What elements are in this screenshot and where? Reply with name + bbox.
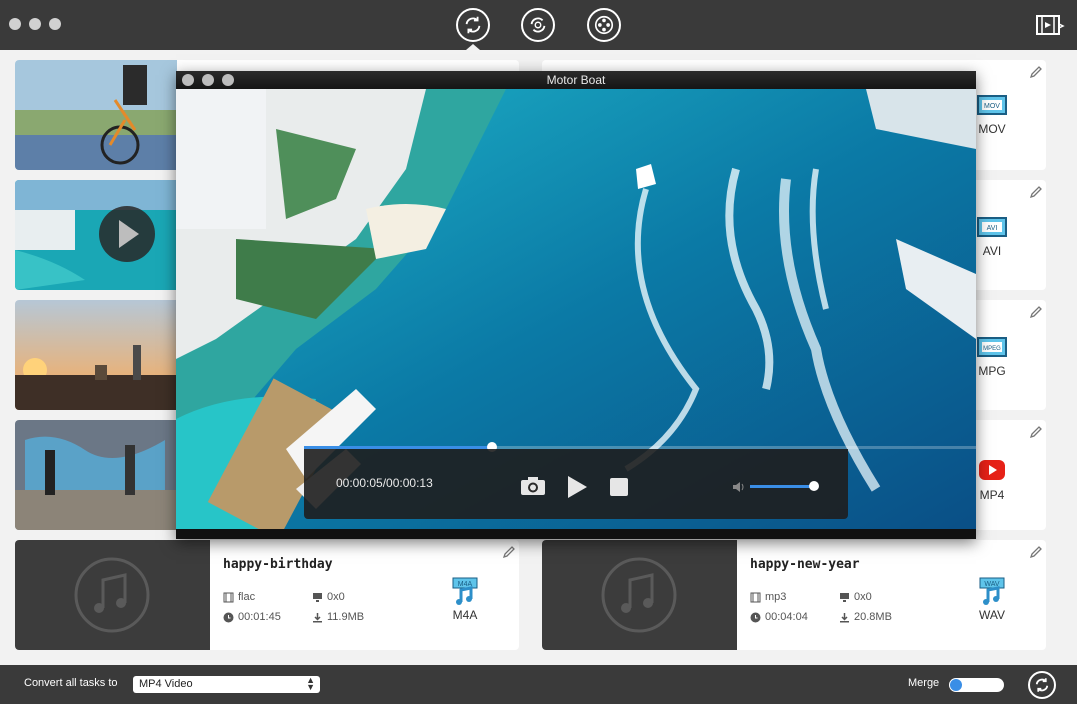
audio-task-card[interactable]: happy-new-year mp3 0x0 00:04:04 20.8MB W…	[542, 540, 1046, 650]
convert-icon	[465, 16, 481, 34]
m4a-file-icon: M4A	[449, 576, 481, 606]
volume-button[interactable]	[732, 480, 746, 494]
output-format-label: WAV	[979, 608, 1005, 622]
music-note-icon	[601, 557, 677, 633]
size-value: 11.9MB	[327, 611, 365, 623]
player-bottom-edge	[176, 529, 976, 539]
playback-timecode: 00:00:05/00:00:13	[336, 476, 433, 490]
convert-tool-button[interactable]	[456, 8, 490, 42]
camera-icon	[521, 477, 545, 495]
film-reel-icon	[594, 15, 614, 35]
size-info: 20.8MB	[839, 611, 892, 623]
video-player-window[interactable]: Motor Boat 00:00:05/00:00:13	[176, 71, 976, 539]
duration-value: 00:01:45	[238, 611, 281, 623]
monitor-icon	[313, 592, 322, 602]
resolution-info: 0x0	[839, 591, 872, 603]
output-format-button[interactable]: M4A M4A	[435, 576, 495, 622]
output-format-button[interactable]: WAV WAV	[962, 576, 1022, 622]
mov-file-icon: MOV	[976, 90, 1008, 120]
clock-icon	[750, 612, 761, 622]
film-icon	[750, 592, 761, 602]
top-toolbar	[0, 0, 1077, 50]
svg-text:MOV: MOV	[984, 103, 1000, 110]
rotate-tool-button[interactable]	[521, 8, 555, 42]
play-icon	[568, 476, 587, 498]
close-window-button[interactable]	[9, 18, 21, 30]
size-value: 20.8MB	[854, 611, 892, 623]
selected-format-value: MP4 Video	[139, 678, 193, 690]
output-format-label: AVI	[982, 244, 1002, 258]
duration-info: 00:04:04	[750, 611, 808, 623]
codec-value: mp3	[765, 591, 787, 603]
duration-value: 00:04:04	[765, 611, 808, 623]
svg-text:MPEG: MPEG	[983, 346, 1001, 352]
film-reel-tool-button[interactable]	[587, 8, 621, 42]
codec-info: mp3	[750, 591, 786, 603]
output-format-label: MPG	[978, 364, 1006, 378]
resolution-value: 0x0	[854, 591, 872, 603]
output-format-label: MP4	[979, 488, 1005, 502]
merge-toggle[interactable]	[949, 678, 1004, 692]
convert-all-label: Convert all tasks to	[24, 677, 118, 689]
edit-pencil-icon[interactable]	[502, 545, 516, 559]
resolution-value: 0x0	[327, 591, 345, 603]
output-format-label: MOV	[978, 122, 1006, 136]
minimize-window-button[interactable]	[29, 18, 41, 30]
volume-slider-knob[interactable]	[809, 481, 819, 491]
edit-pencil-icon[interactable]	[1029, 425, 1043, 439]
snapshot-button[interactable]	[520, 475, 546, 497]
rotate-icon	[530, 17, 546, 33]
clock-icon	[223, 612, 234, 622]
codec-info: flac	[223, 591, 255, 603]
download-icon	[313, 612, 322, 622]
player-title: Motor Boat	[546, 73, 606, 87]
wav-file-icon: WAV	[976, 576, 1008, 606]
music-note-icon	[74, 557, 150, 633]
audio-thumbnail	[542, 540, 737, 650]
codec-value: flac	[238, 591, 256, 603]
stop-button[interactable]	[610, 478, 628, 496]
task-thumbnail-motor-boat	[15, 180, 177, 290]
convert-icon	[1035, 678, 1049, 692]
svg-text:AVI: AVI	[987, 225, 998, 232]
merge-label: Merge	[908, 677, 940, 689]
audio-thumbnail	[15, 540, 210, 650]
task-thumbnail-cyclist	[15, 60, 177, 170]
zoom-window-button[interactable]	[49, 18, 61, 30]
resolution-info: 0x0	[312, 591, 345, 603]
task-thumbnail-city-sunset	[15, 300, 177, 410]
output-format-label: M4A	[452, 608, 478, 622]
stop-icon	[610, 478, 628, 496]
task-thumbnail-graffiti-dancers	[15, 420, 177, 530]
duration-info: 00:01:45	[223, 611, 281, 623]
merge-toggle-knob	[950, 679, 962, 691]
task-title: happy-birthday	[223, 557, 333, 572]
player-titlebar[interactable]: Motor Boat	[176, 71, 976, 89]
select-arrows-icon: ▲ ▼	[306, 675, 315, 692]
avi-file-icon: AVI	[976, 212, 1008, 242]
youtube-icon	[976, 456, 1008, 486]
download-icon	[840, 612, 849, 622]
edit-pencil-icon[interactable]	[1029, 545, 1043, 559]
film-icon	[223, 592, 234, 602]
task-title: happy-new-year	[750, 557, 860, 572]
mpeg-file-icon: MPEG	[976, 332, 1008, 362]
volume-slider[interactable]	[750, 481, 819, 491]
convert-all-button[interactable]	[1028, 671, 1056, 699]
edit-pencil-icon[interactable]	[1029, 65, 1043, 79]
edit-pencil-icon[interactable]	[1029, 305, 1043, 319]
output-format-select[interactable]: MP4 Video ▲ ▼	[133, 676, 320, 693]
media-browser-icon[interactable]	[1035, 12, 1065, 38]
edit-pencil-icon[interactable]	[1029, 185, 1043, 199]
volume-icon	[733, 482, 744, 492]
size-info: 11.9MB	[312, 611, 364, 623]
play-button[interactable]	[566, 475, 588, 499]
player-controls: 00:00:05/00:00:13	[304, 449, 848, 519]
monitor-icon	[840, 592, 849, 602]
audio-task-card[interactable]: happy-birthday flac 0x0 00:01:45 11.9MB …	[15, 540, 519, 650]
